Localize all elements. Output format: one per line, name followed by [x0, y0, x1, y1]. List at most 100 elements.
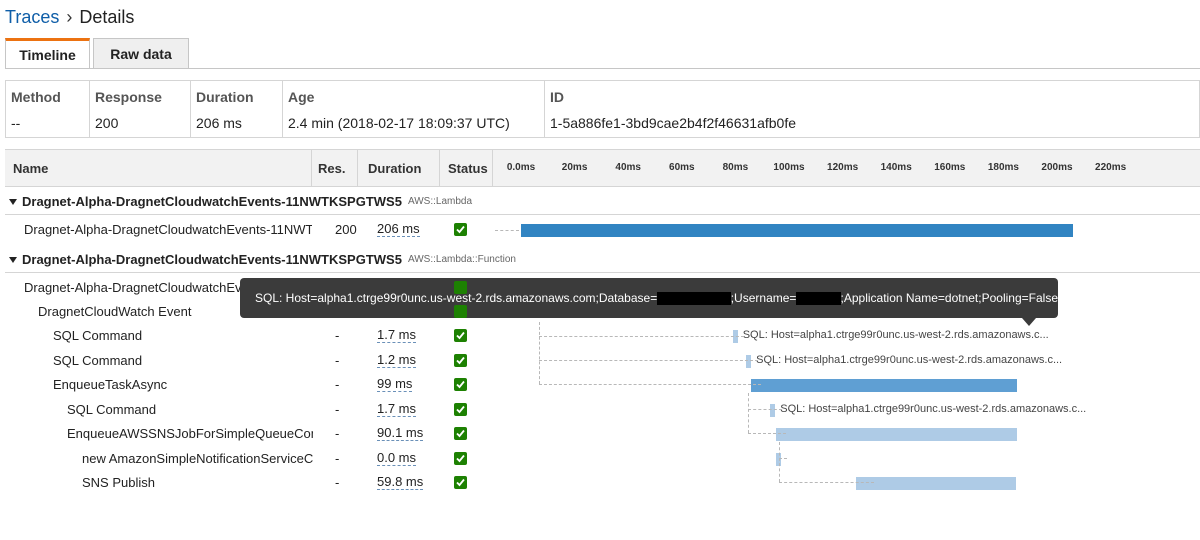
- row-duration[interactable]: 206 ms: [377, 222, 420, 237]
- tooltip-text: ;Application Name=dotnet;Pooling=False: [840, 291, 1058, 305]
- timeline-tick: 40ms: [615, 162, 641, 173]
- caret-down-icon[interactable]: [9, 256, 17, 263]
- tooltip-text: ;Username=: [730, 291, 797, 305]
- segment-name: Dragnet-Alpha-DragnetCloudwatchEvents-11…: [22, 252, 402, 267]
- timeline-tick: 220ms: [1095, 162, 1127, 173]
- column-name-header[interactable]: Name: [7, 150, 48, 186]
- summary-age: Age 2.4 min (2018-02-17 18:09:37 UTC): [282, 81, 544, 137]
- row-duration[interactable]: 1.7 ms: [377, 401, 417, 417]
- timeline-bar-label: SQL: Host=alpha1.ctrge99r0unc.us-west-2.…: [756, 353, 1063, 366]
- row-duration[interactable]: 90.1 ms: [377, 426, 424, 441]
- summary-id: ID 1-5a886fe1-3bd9cae2b4f2f46631afb0fe: [544, 81, 1194, 137]
- row-name: SQL Command: [53, 352, 143, 368]
- status-ok-icon: [454, 305, 467, 318]
- row-name: new AmazonSimpleNotificationServiceCl: [82, 450, 313, 466]
- summary-age-value: 2.4 min (2018-02-17 18:09:37 UTC): [288, 115, 510, 131]
- timeline-connector: [495, 230, 519, 231]
- breadcrumb: Traces › Details: [5, 7, 134, 28]
- summary-duration-value: 206 ms: [196, 115, 242, 131]
- column-status-header[interactable]: Status: [442, 150, 488, 186]
- summary-method: Method --: [6, 81, 89, 137]
- row-res: -: [335, 450, 340, 466]
- row-duration[interactable]: 1.2 ms: [377, 352, 417, 368]
- tooltip-arrow: [1022, 318, 1036, 326]
- row-duration[interactable]: 0.0 ms: [377, 450, 417, 466]
- status-ok-icon: [454, 281, 467, 294]
- timeline-tick: 20ms: [561, 162, 588, 173]
- row-name: DragnetCloudWatch Event: [38, 304, 192, 319]
- timeline-bar[interactable]: [856, 477, 1017, 490]
- timeline-connector: [779, 442, 780, 482]
- status-ok-icon: [454, 476, 467, 489]
- summary-response-label: Response: [95, 89, 162, 105]
- timeline-tick: 100ms: [773, 162, 805, 173]
- timeline-bar[interactable]: [521, 224, 1074, 237]
- timeline-bar[interactable]: [746, 354, 752, 368]
- segment-origin: AWS::Lambda::Function: [407, 254, 516, 265]
- column-divider[interactable]: [357, 150, 358, 186]
- row-name: EnqueueAWSSNSJobForSimpleQueueCon: [67, 426, 313, 441]
- segment-name: Dragnet-Alpha-DragnetCloudwatchEvents-11…: [22, 194, 402, 209]
- summary-id-label: ID: [550, 89, 564, 105]
- breadcrumb-current: Details: [79, 7, 135, 27]
- summary-id-value: 1-5a886fe1-3bd9cae2b4f2f46631afb0fe: [550, 115, 796, 131]
- timeline-tick: 0.0ms: [506, 162, 536, 173]
- timeline-connector: [748, 433, 786, 434]
- column-divider[interactable]: [439, 150, 440, 186]
- table-row[interactable]: new AmazonSimpleNotificationServiceCl - 0.…: [5, 447, 1200, 471]
- tab-timeline[interactable]: Timeline: [5, 38, 90, 69]
- column-duration-header[interactable]: Duration: [362, 150, 421, 186]
- row-res: -: [335, 426, 340, 441]
- row-duration[interactable]: 59.8 ms: [377, 475, 424, 490]
- summary-response-value: 200: [95, 115, 119, 131]
- segment-origin: AWS::Lambda: [407, 196, 473, 207]
- table-row[interactable]: EnqueueAWSSNSJobForSimpleQueueCon - 90.1 m…: [5, 422, 1200, 446]
- row-res: -: [335, 328, 340, 343]
- trace-summary: Method -- Response 200 Duration 206 ms A…: [5, 80, 1200, 138]
- row-name: SNS Publish: [82, 475, 155, 490]
- segment-header[interactable]: Dragnet-Alpha-DragnetCloudwatchEvents-11…: [5, 189, 1200, 215]
- row-res: -: [335, 475, 340, 490]
- caret-down-icon[interactable]: [9, 198, 17, 205]
- status-ok-icon: [454, 223, 467, 236]
- row-name: Dragnet-Alpha-DragnetCloudwatchEvents-11…: [24, 222, 312, 237]
- redacted-database: [657, 291, 731, 305]
- row-res: -: [335, 401, 340, 417]
- table-row[interactable]: SNS Publish - 59.8 ms: [5, 471, 1200, 495]
- row-name: Dragnet-Alpha-DragnetCloudwatchEvents-11…: [24, 280, 242, 295]
- redacted-username: [796, 291, 841, 305]
- timeline-tick: 180ms: [987, 162, 1019, 173]
- timeline-bar[interactable]: [775, 428, 1018, 441]
- status-ok-icon: [454, 402, 467, 416]
- breadcrumb-traces-link[interactable]: Traces: [5, 7, 59, 27]
- row-name: EnqueueTaskAsync: [53, 377, 168, 392]
- segment-header[interactable]: Dragnet-Alpha-DragnetCloudwatchEvents-11…: [5, 247, 1200, 273]
- timeline-bar[interactable]: [770, 403, 776, 417]
- timeline-connector: [539, 322, 540, 384]
- summary-method-label: Method: [11, 89, 61, 105]
- timeline-bar[interactable]: [751, 379, 1017, 392]
- timeline-connector: [779, 458, 787, 459]
- timeline-connector: [539, 336, 744, 337]
- summary-method-value: --: [11, 115, 21, 131]
- column-res-header[interactable]: Res.: [312, 150, 345, 186]
- row-name: SQL Command: [67, 401, 157, 417]
- status-ok-icon: [454, 427, 467, 440]
- row-res: 200: [335, 222, 357, 237]
- timeline-tick: 80ms: [722, 162, 749, 173]
- timeline-tick: 60ms: [669, 162, 695, 173]
- timeline-connector: [748, 409, 782, 410]
- timeline-bar-label: SQL: Host=alpha1.ctrge99r0unc.us-west-2.…: [742, 329, 1049, 341]
- tab-raw-data[interactable]: Raw data: [93, 38, 189, 69]
- timeline-header: Name Res. Duration Status 0.0ms 20ms 40ms 6…: [5, 149, 1200, 187]
- row-duration[interactable]: 99 ms: [377, 377, 413, 392]
- status-ok-icon: [454, 451, 467, 465]
- table-row[interactable]: EnqueueTaskAsync - 99 ms: [5, 373, 1200, 397]
- summary-age-label: Age: [288, 89, 315, 105]
- summary-duration: Duration 206 ms: [190, 81, 282, 137]
- row-duration[interactable]: 1.7 ms: [377, 328, 417, 343]
- row-res: -: [335, 377, 340, 392]
- row-name: SQL Command: [53, 328, 143, 343]
- column-divider[interactable]: [492, 150, 493, 186]
- timeline-tick: 140ms: [880, 162, 912, 173]
